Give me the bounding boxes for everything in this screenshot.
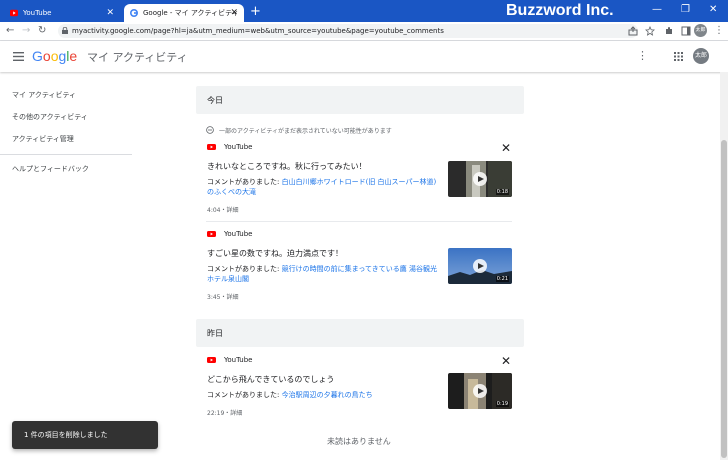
video-duration: 0:21: [495, 276, 509, 282]
google-letter: e: [69, 48, 78, 64]
profile-avatar[interactable]: 太郎: [694, 24, 707, 37]
end-of-list-text: 未読はありません: [327, 437, 391, 446]
app-header: Google マイ アクティビティ ⋮ 太郎: [0, 41, 728, 72]
google-favicon-icon: [130, 9, 138, 17]
maximize-button[interactable]: ❐: [681, 3, 690, 17]
video-duration: 0:18: [495, 189, 509, 195]
day-header-today: 今日: [196, 86, 524, 114]
brand-watermark: Buzzword Inc.: [506, 2, 614, 19]
video-thumbnail[interactable]: 0:18: [448, 161, 512, 197]
sidebar-item-other-activity[interactable]: その他のアクティビティ: [12, 112, 88, 122]
close-window-button[interactable]: ✕: [709, 3, 717, 17]
snackbar-text: 1 件の項目を削除しました: [24, 431, 108, 439]
delete-item-close-icon[interactable]: ✕: [501, 355, 511, 367]
browser-toolbar: ← → ↻ myactivity.google.com/page?hl=ja&u…: [0, 22, 728, 41]
day-label: 昨日: [207, 329, 223, 338]
hamburger-menu-icon[interactable]: [13, 52, 24, 61]
comment-context: コメントがありました: 白山白川郷ホワイトロード(旧 白山スーパー林道)のふくべ…: [207, 177, 443, 197]
snackbar: 1 件の項目を削除しました: [12, 421, 158, 449]
sidebar-item-help-feedback[interactable]: ヘルプとフィードバック: [12, 164, 89, 174]
forward-arrow-icon[interactable]: →: [22, 23, 30, 39]
browser-menu-icon[interactable]: ⋮: [714, 23, 724, 39]
sidebar-item-my-activity[interactable]: マイ アクティビティ: [12, 90, 76, 100]
account-avatar[interactable]: 太郎: [693, 48, 709, 64]
day-label: 今日: [207, 96, 223, 105]
day-header-yesterday: 昨日: [196, 319, 524, 347]
url-text: myactivity.google.com/page?hl=ja&utm_med…: [72, 27, 444, 35]
item-separator: [206, 221, 512, 222]
item-meta-details[interactable]: 4:04・詳細: [207, 205, 238, 214]
item-meta-details[interactable]: 22:19・詳細: [207, 408, 242, 417]
google-letter: G: [32, 48, 43, 64]
back-arrow-icon[interactable]: ←: [6, 23, 14, 39]
tab-label: Google - マイ アクティビティ: [143, 9, 239, 17]
video-thumbnail[interactable]: 0:19: [448, 373, 512, 409]
youtube-favicon-icon: [10, 9, 18, 17]
comment-title: どこから飛んできているのでしょう: [207, 375, 335, 384]
tab-myactivity[interactable]: Google - マイ アクティビティ ✕: [124, 4, 244, 22]
page-title: マイ アクティビティ: [87, 51, 188, 64]
item-meta-details[interactable]: 3:45・詳細: [207, 292, 238, 301]
apps-grid-icon[interactable]: [674, 52, 683, 61]
youtube-logo-icon: [207, 144, 216, 150]
tab-label: YouTube: [23, 9, 52, 17]
browser-tab-bar: YouTube ✕ Google - マイ アクティビティ ✕ + Buzzwo…: [0, 0, 728, 22]
side-panel-icon[interactable]: [681, 26, 691, 36]
comment-prefix: コメントがありました:: [207, 391, 282, 399]
tab-close-icon[interactable]: ✕: [106, 7, 114, 19]
google-logo[interactable]: Google: [32, 48, 77, 64]
card-source: YouTube: [224, 356, 253, 364]
scrollbar-thumb[interactable]: [721, 140, 727, 458]
youtube-logo-icon: [207, 231, 216, 237]
video-thumbnail[interactable]: 0:21: [448, 248, 512, 284]
play-icon: [473, 172, 487, 186]
minimize-button[interactable]: —: [652, 3, 662, 17]
info-icon: [206, 126, 214, 134]
lock-icon: [62, 27, 68, 34]
comment-prefix: コメントがありました:: [207, 178, 282, 186]
sidebar-divider: [0, 154, 132, 155]
notice-text: 一部のアクティビティがまだ表示されていない可能性があります: [219, 128, 392, 135]
tab-close-icon[interactable]: ✕: [230, 7, 238, 19]
youtube-logo-icon: [207, 357, 216, 363]
more-options-icon[interactable]: ⋮: [637, 49, 648, 62]
share-icon[interactable]: [628, 26, 638, 36]
delete-item-close-icon[interactable]: ✕: [501, 142, 511, 154]
bookmark-star-icon[interactable]: [645, 26, 655, 36]
comment-title: きれいなところですね。秋に行ってみたい！: [207, 162, 367, 171]
comment-title: すごい星の数ですね。迫力満点です！: [207, 249, 343, 258]
card-source: YouTube: [224, 143, 253, 151]
video-link[interactable]: 今治駅周辺の夕暮れの鳥たち: [282, 391, 373, 399]
address-bar[interactable]: myactivity.google.com/page?hl=ja&utm_med…: [58, 24, 638, 38]
google-letter: o: [42, 48, 51, 64]
comment-context: コメントがありました: 競行けの時間の前に集まってきている鷹 湯谷観光ホテル泉山…: [207, 264, 443, 284]
comment-context: コメントがありました: 今治駅周辺の夕暮れの鳥たち: [207, 390, 443, 400]
play-icon: [473, 384, 487, 398]
play-icon: [473, 259, 487, 273]
extensions-icon[interactable]: [664, 26, 674, 36]
card-source: YouTube: [224, 230, 253, 238]
tab-youtube[interactable]: YouTube ✕: [4, 4, 120, 22]
comment-prefix: コメントがありました:: [207, 265, 282, 273]
sidebar-item-activity-controls[interactable]: アクティビティ管理: [12, 134, 74, 144]
reload-icon[interactable]: ↻: [38, 23, 46, 39]
new-tab-button[interactable]: +: [250, 4, 261, 20]
video-duration: 0:19: [495, 401, 509, 407]
